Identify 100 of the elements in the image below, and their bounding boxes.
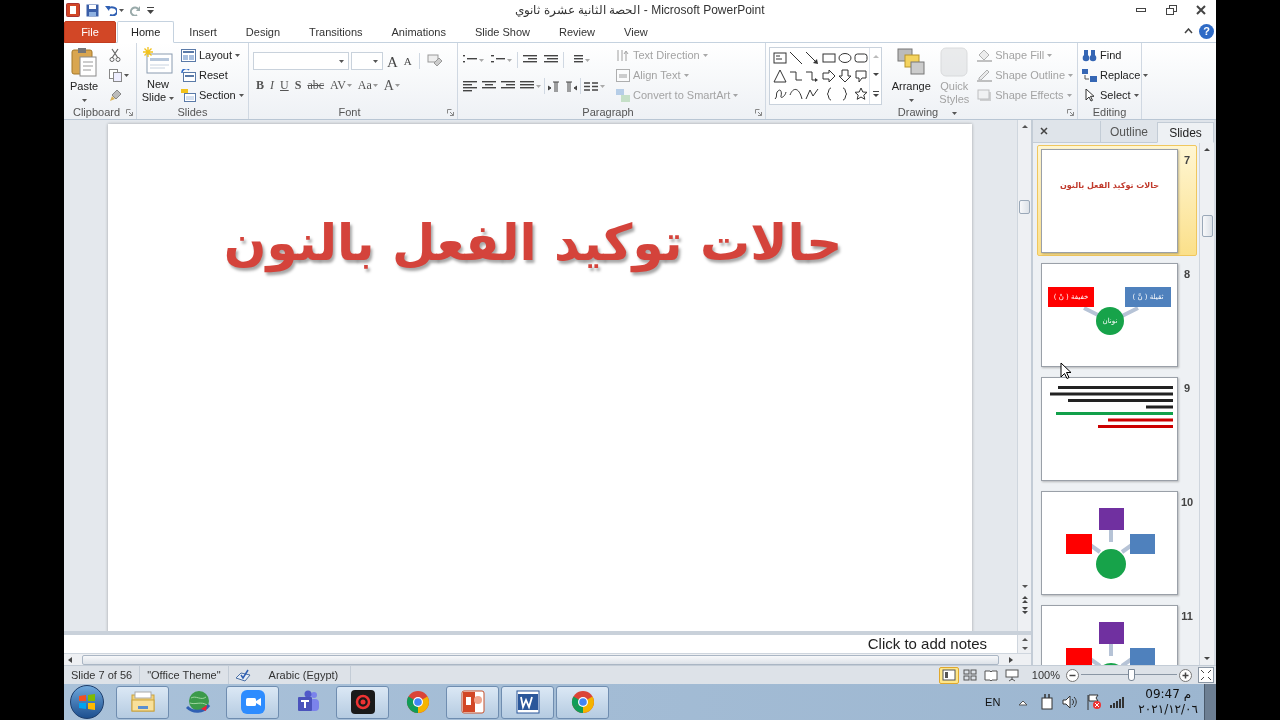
grow-font-button[interactable]: A — [385, 51, 400, 71]
taskbar-button[interactable] — [501, 685, 554, 719]
curve-icon[interactable] — [789, 87, 804, 101]
layout-icon — [181, 48, 196, 62]
callout-icon[interactable] — [854, 69, 869, 83]
font-name-field[interactable] — [253, 52, 349, 70]
shapes-gallery[interactable] — [769, 47, 883, 105]
ribbon-tab[interactable]: Insert — [175, 21, 231, 43]
oval-icon[interactable] — [837, 51, 852, 65]
paragraph-mark-icon — [548, 80, 560, 92]
copy-icon — [109, 68, 122, 82]
arc-icon[interactable] — [805, 87, 820, 101]
slider-thumb[interactable] — [1127, 669, 1135, 681]
ribbon-tab[interactable]: Animations — [377, 21, 460, 43]
arrow-icon[interactable] — [805, 51, 820, 65]
rounded-rectangle-icon[interactable] — [854, 51, 869, 65]
slide-thumbnail[interactable] — [1041, 491, 1178, 595]
underline-button[interactable]: U — [277, 75, 292, 95]
thumbnail-title: حالات توكيد الفعل بالنون — [1060, 180, 1159, 192]
more-icon — [872, 90, 879, 97]
triangle-icon[interactable] — [773, 69, 787, 83]
ribbon-tab[interactable]: Design — [231, 21, 295, 43]
slide-thumbnail-item[interactable]: 10 — [1037, 487, 1197, 598]
font-size-field[interactable] — [351, 52, 383, 70]
arrange-icon — [896, 47, 927, 77]
shape-effects-icon — [977, 88, 993, 102]
document-icon — [514, 689, 541, 715]
zoom-level[interactable]: 100% — [1031, 666, 1060, 684]
slide-title[interactable]: حالات توكيد الفعل بالنون — [223, 214, 843, 272]
caret-icon — [507, 58, 512, 62]
binoculars-icon — [1082, 48, 1097, 62]
ribbon-tab[interactable]: Slide Show — [460, 21, 544, 43]
align-text-icon — [616, 68, 630, 82]
star-icon[interactable] — [854, 87, 869, 101]
slide-thumbnail[interactable]: حالات توكيد الفعل بالنون — [1041, 149, 1178, 253]
select-button[interactable]: Select — [1081, 85, 1150, 105]
shrink-font-button[interactable]: A — [401, 51, 414, 71]
right-arrow-icon[interactable] — [821, 69, 836, 83]
slide-canvas[interactable]: حالات توكيد الفعل بالنون — [108, 124, 972, 631]
new-slide-button[interactable]: New Slide — [140, 45, 176, 104]
section-icon — [181, 88, 196, 102]
smartart-icon — [616, 88, 630, 102]
clock-time[interactable]: 09:47 م — [1145, 687, 1192, 702]
scrollbar-thumb[interactable] — [1019, 200, 1030, 214]
ribbon-tab[interactable]: View — [610, 21, 662, 43]
paste-button[interactable]: Paste — [67, 45, 101, 106]
change-case-button[interactable]: Aa — [354, 75, 381, 95]
find-button[interactable]: Find — [1081, 45, 1150, 65]
replace-icon — [1082, 68, 1097, 82]
close-icon — [1196, 5, 1206, 15]
signal-icon — [1110, 696, 1125, 708]
view-button[interactable] — [938, 666, 959, 684]
down-arrow-icon[interactable] — [837, 69, 852, 83]
input-language[interactable]: EN — [985, 693, 1001, 711]
mouse-pointer-icon — [1060, 362, 1071, 379]
file-tab[interactable]: File — [64, 21, 116, 43]
line-icon[interactable] — [789, 51, 804, 65]
replace-button[interactable]: Replace — [1081, 65, 1150, 85]
shadow-button[interactable]: S — [291, 75, 305, 95]
character-spacing-button[interactable]: AV — [327, 75, 355, 95]
pane-tab[interactable]: Slides — [1157, 122, 1214, 143]
layout-button[interactable]: Layout — [180, 45, 245, 65]
fit-to-window-button[interactable] — [1198, 667, 1214, 683]
italic-button[interactable]: I — [267, 75, 277, 95]
slide-counter: Slide 7 of 56 — [71, 667, 133, 683]
ribbon-tab[interactable]: Home — [117, 21, 175, 43]
slide-thumbnail-item[interactable]: 11 — [1037, 601, 1197, 665]
slide-thumbnail[interactable] — [1041, 377, 1178, 481]
group-label: Editing — [1092, 105, 1127, 119]
caret-icon — [124, 73, 129, 77]
arrange-button[interactable]: Arrange — [890, 45, 933, 106]
save-icon — [86, 3, 99, 17]
align-left-icon — [463, 80, 477, 92]
undo-button[interactable] — [105, 4, 124, 16]
notes-placeholder[interactable]: Click to add notes — [867, 635, 987, 653]
scrollbar-thumb[interactable] — [82, 654, 999, 665]
strikethrough-button[interactable]: abc — [304, 75, 328, 95]
ribbon-tab[interactable]: Transitions — [295, 21, 377, 43]
scrollbar-thumb[interactable] — [1201, 215, 1213, 237]
zoom-slider[interactable] — [1081, 668, 1177, 682]
freeform-icon[interactable] — [773, 87, 787, 101]
record-icon — [349, 689, 376, 715]
reset-button[interactable]: Reset — [180, 65, 245, 85]
font-color-button[interactable]: A — [380, 75, 403, 95]
taskbar-button[interactable] — [336, 685, 389, 719]
reset-icon — [181, 68, 196, 82]
ribbon-tab[interactable]: Review — [544, 21, 610, 43]
elbow-arrow-icon[interactable] — [805, 69, 820, 83]
help-button[interactable]: ? — [1199, 23, 1214, 39]
start-button[interactable] — [70, 685, 104, 719]
language-status[interactable]: Arabic (Egypt) — [268, 666, 339, 684]
scissors-icon — [109, 48, 121, 62]
slide-thumbnail-item[interactable]: 9 — [1037, 373, 1197, 484]
caret-icon — [119, 8, 124, 12]
bold-button[interactable]: B — [253, 75, 267, 95]
power-plug-icon — [1040, 694, 1055, 710]
clock-date[interactable]: ٢٠٢١/١٢/٠٦ — [1138, 702, 1198, 717]
presentation-icon — [459, 689, 486, 715]
section-button[interactable]: Section — [180, 85, 245, 105]
dialog-launcher-icon — [755, 108, 762, 116]
